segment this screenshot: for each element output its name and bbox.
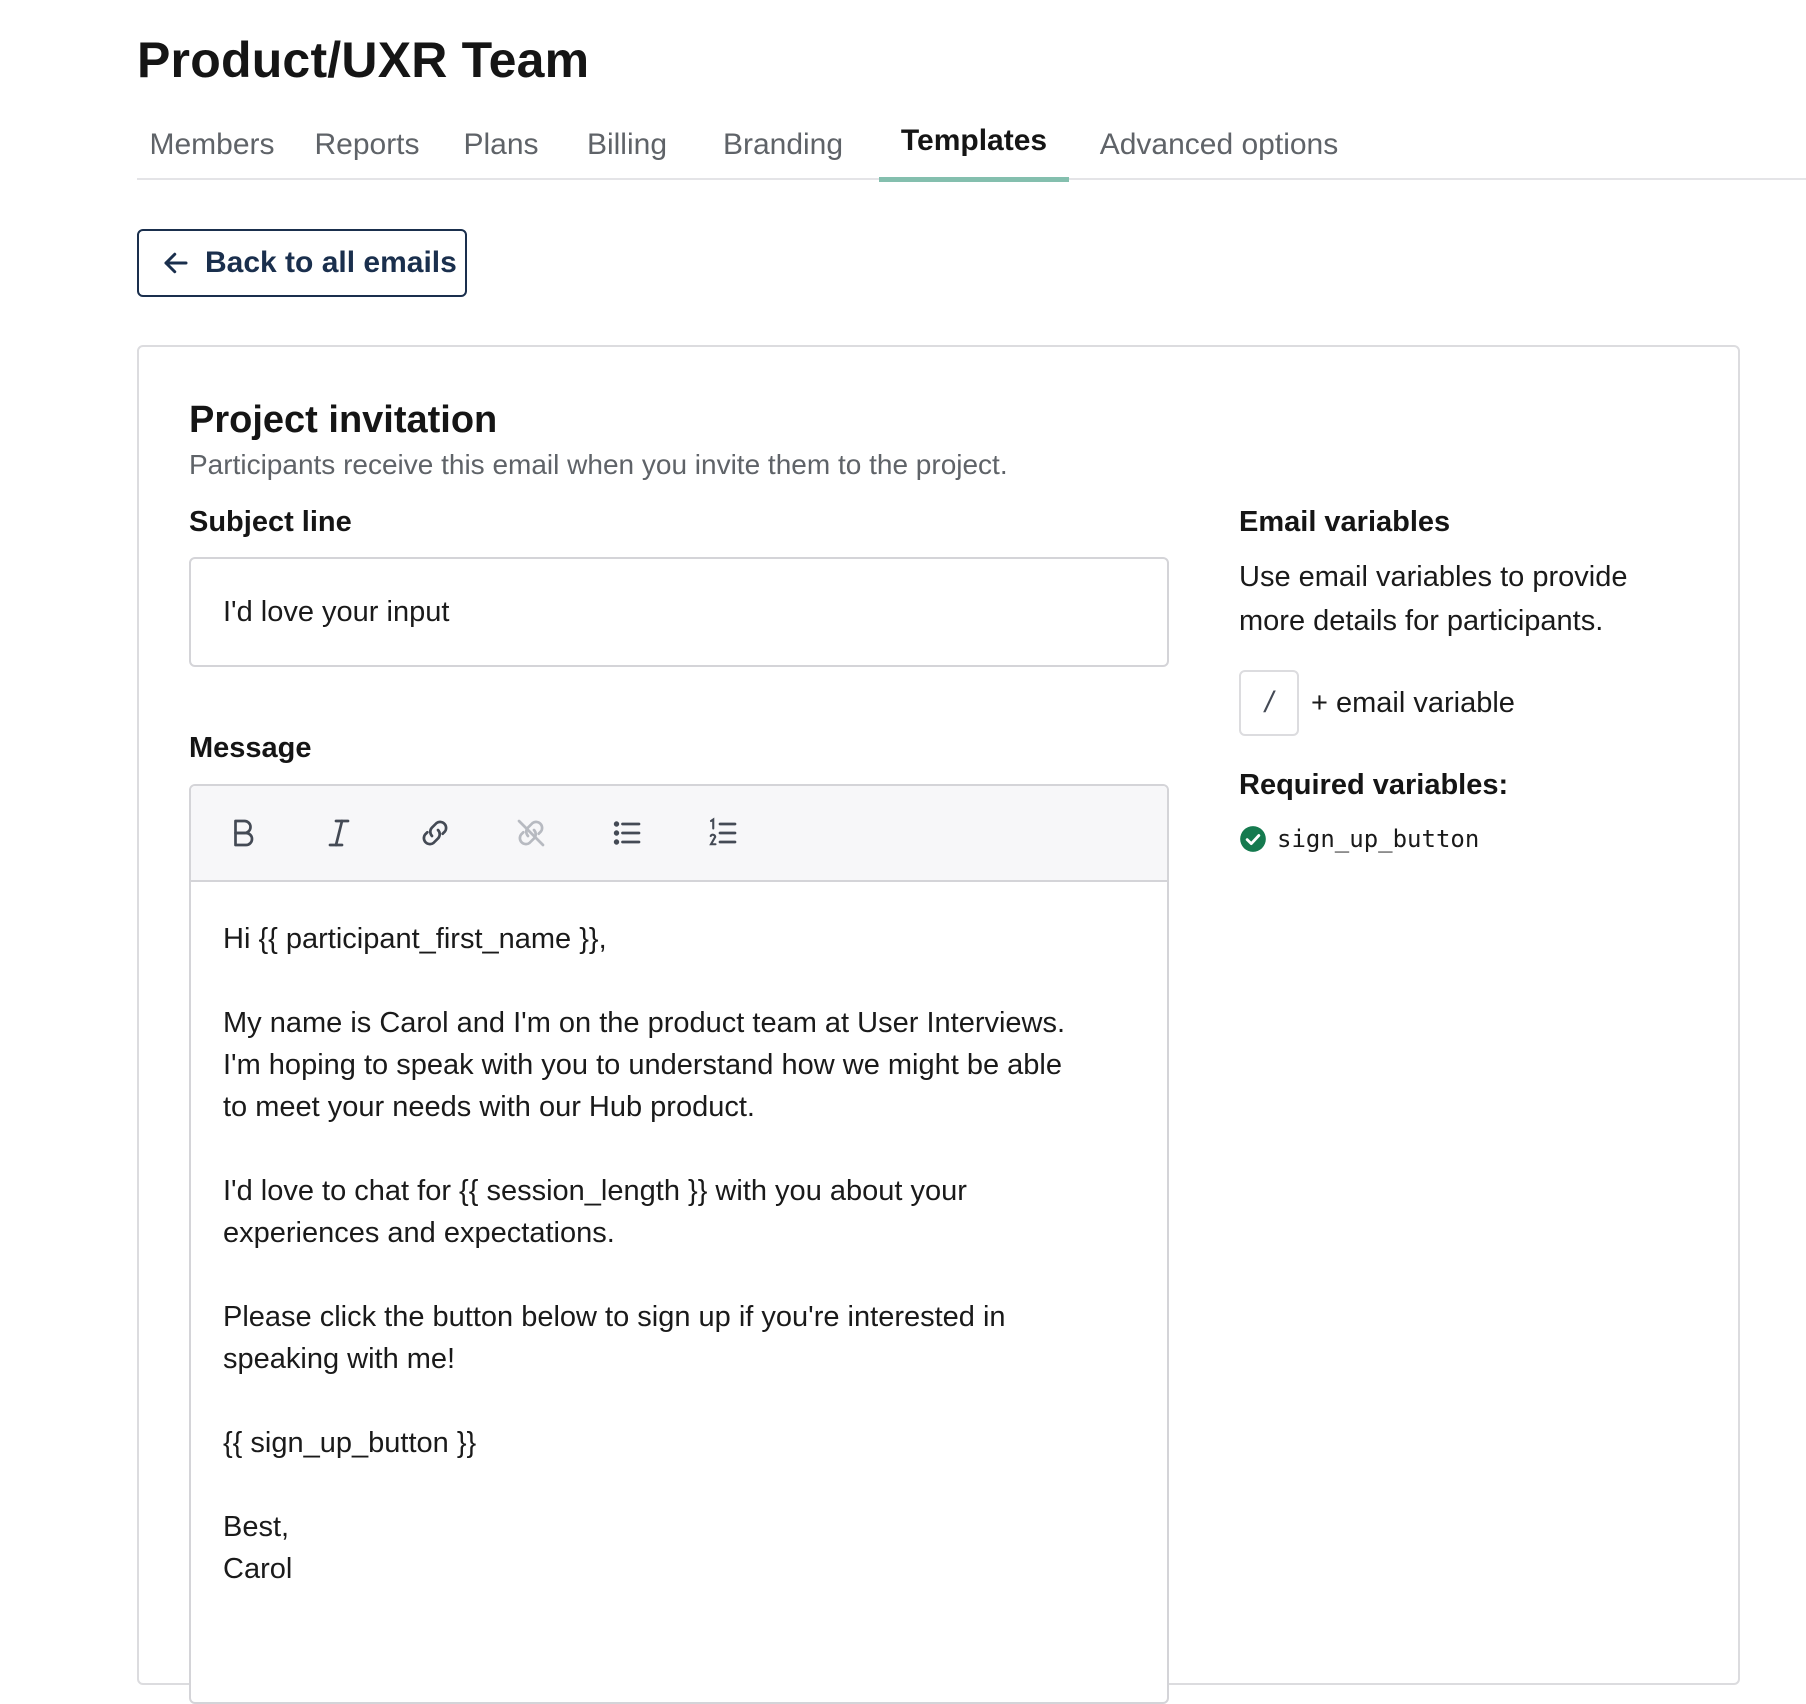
back-button-label: Back to all emails [205, 246, 457, 279]
slash-key-hint: / [1239, 670, 1299, 736]
message-label: Message [189, 732, 312, 764]
message-editor[interactable]: Hi {{ participant_first_name }}, My name… [189, 784, 1169, 1704]
subject-line-input[interactable] [189, 557, 1169, 667]
email-title: Project invitation [189, 399, 498, 441]
tab-plans[interactable]: Plans [441, 110, 561, 180]
formatting-toolbar [191, 786, 1167, 882]
tab-bar: Members Reports Plans Billing Branding T… [137, 110, 1806, 182]
message-paragraph: {{ sign_up_button }} [223, 1427, 477, 1459]
arrow-left-icon [161, 248, 191, 278]
link-icon[interactable] [410, 808, 460, 858]
message-body[interactable]: Hi {{ participant_first_name }}, My name… [191, 882, 1167, 1590]
required-variable-name: sign_up_button [1277, 825, 1480, 853]
subject-line-label: Subject line [189, 506, 352, 538]
email-description: Participants receive this email when you… [189, 449, 1008, 480]
italic-icon[interactable] [314, 808, 364, 858]
email-template-card: Project invitation Participants receive … [137, 345, 1740, 1704]
required-variable-item: sign_up_button [1239, 825, 1479, 853]
message-paragraph: Hi {{ participant_first_name }}, [223, 923, 607, 955]
tab-templates[interactable]: Templates [879, 110, 1069, 182]
message-paragraph: My name is Carol and I'm on the product … [223, 1007, 1066, 1123]
numbered-list-icon[interactable] [698, 808, 748, 858]
email-variables-description: Use email variables to provide more deta… [1239, 561, 1628, 637]
tab-billing[interactable]: Billing [567, 110, 687, 180]
bold-icon[interactable] [218, 808, 268, 858]
add-email-variable-button[interactable]: + email variable [1311, 683, 1515, 723]
page-title: Product/UXR Team [137, 32, 590, 88]
required-variables-heading: Required variables: [1239, 769, 1509, 801]
tab-members[interactable]: Members [137, 110, 287, 180]
back-to-all-emails-button[interactable]: Back to all emails [137, 229, 467, 297]
message-paragraph: Best, Carol [223, 1511, 293, 1585]
bulleted-list-icon[interactable] [602, 808, 652, 858]
check-circle-icon [1239, 825, 1267, 853]
message-paragraph: I'd love to chat for {{ session_length }… [223, 1175, 967, 1249]
tab-branding[interactable]: Branding [703, 110, 863, 180]
unlink-icon [506, 808, 556, 858]
email-variables-heading: Email variables [1239, 506, 1451, 538]
message-paragraph: Please click the button below to sign up… [223, 1301, 1006, 1375]
tab-reports[interactable]: Reports [292, 110, 442, 180]
tab-advanced-options[interactable]: Advanced options [1089, 110, 1349, 180]
